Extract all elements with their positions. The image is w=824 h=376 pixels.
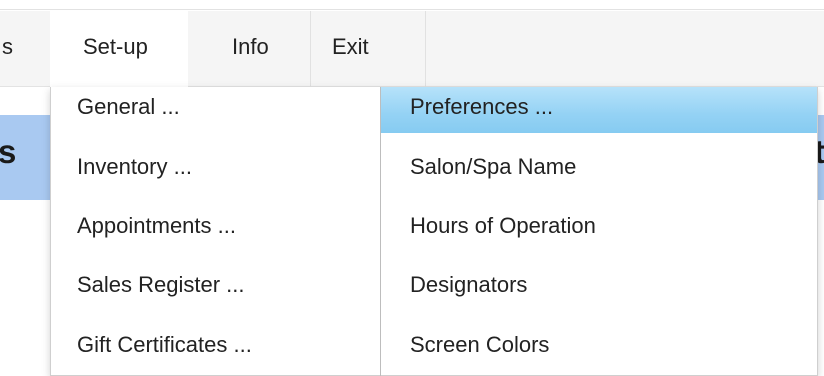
- setup-dropdown-menu: General ... Inventory ... Appointments .…: [50, 87, 818, 376]
- menu-item-gift-certificates[interactable]: Gift Certificates ...: [51, 325, 379, 371]
- menu-bar-divider: [310, 11, 311, 87]
- setup-menu-left-column: General ... Inventory ... Appointments .…: [51, 87, 379, 376]
- menu-item-inventory[interactable]: Inventory ...: [51, 147, 379, 193]
- page-header-text-partial: s: [0, 133, 17, 170]
- menu-item-appointments[interactable]: Appointments ...: [51, 206, 379, 252]
- menu-bar-divider: [425, 11, 426, 87]
- menu-item-partial[interactable]: s: [2, 11, 13, 87]
- menu-item-setup[interactable]: Set-up: [50, 11, 188, 87]
- menu-item-salon-spa-name[interactable]: Salon/Spa Name: [381, 147, 817, 193]
- menu-item-sales-register[interactable]: Sales Register ...: [51, 265, 379, 311]
- menu-item-general[interactable]: General ...: [51, 87, 379, 133]
- menu-item-designators[interactable]: Designators: [381, 265, 817, 311]
- window-top-edge: [0, 0, 824, 10]
- menu-item-exit[interactable]: Exit: [332, 11, 369, 87]
- menu-item-preferences[interactable]: Preferences ...: [381, 87, 817, 133]
- menu-item-setup-label: Set-up: [83, 34, 148, 59]
- menu-item-hours-of-operation[interactable]: Hours of Operation: [381, 206, 817, 252]
- menu-item-screen-colors[interactable]: Screen Colors: [381, 325, 817, 371]
- menu-item-info[interactable]: Info: [232, 11, 269, 87]
- menu-bar: s Set-up Info Exit: [0, 11, 824, 87]
- setup-general-submenu: Preferences ... Salon/Spa Name Hours of …: [380, 87, 817, 376]
